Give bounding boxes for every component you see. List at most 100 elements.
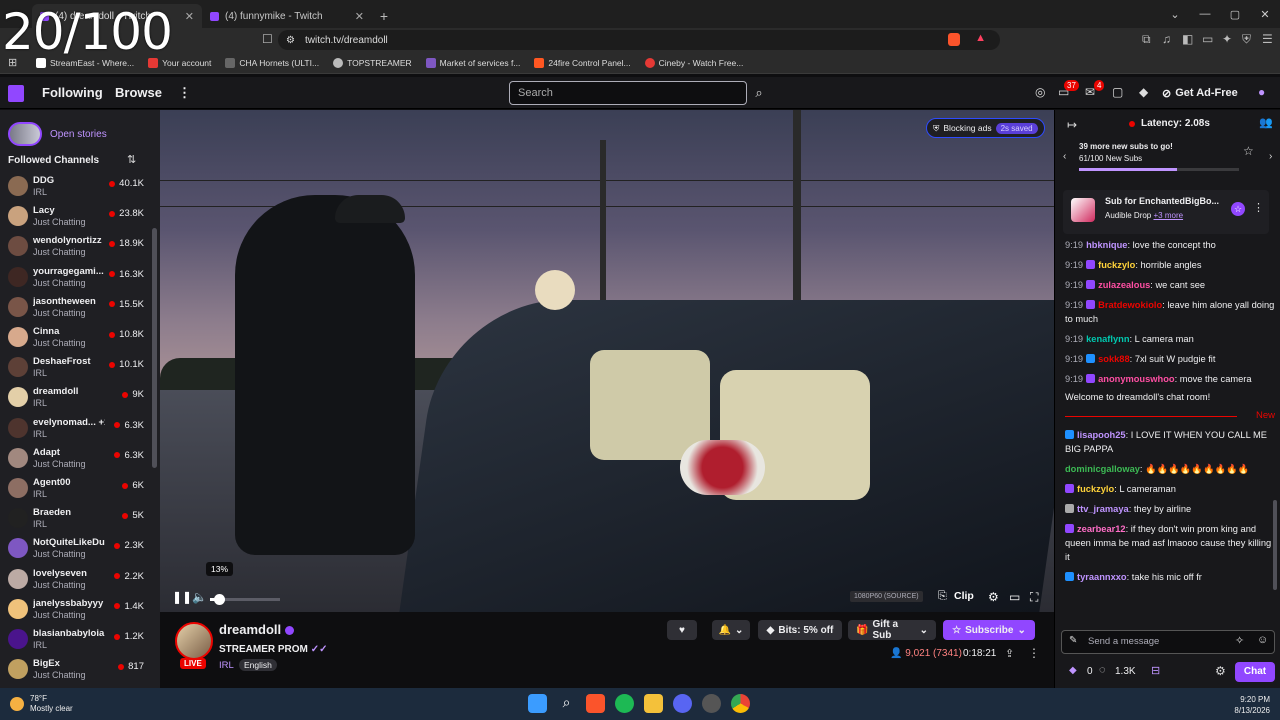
bookmark-item[interactable]: TOPSTREAMER <box>333 57 412 68</box>
bits-cheer-icon[interactable]: ✎ <box>1069 635 1077 646</box>
bits-icon[interactable]: ◆ <box>1139 85 1148 99</box>
collapse-chat-icon[interactable]: ↦ <box>1067 118 1077 132</box>
chrome-icon[interactable] <box>731 694 750 713</box>
wallet-icon[interactable]: ▭ <box>1202 32 1213 46</box>
weather-widget[interactable]: 78°F Mostly clear <box>10 694 73 714</box>
sidebar-icon[interactable]: ◧ <box>1182 32 1193 46</box>
volume-knob[interactable] <box>214 594 226 605</box>
chat-username[interactable]: lisapooh25 <box>1077 430 1126 440</box>
twitch-logo-icon[interactable] <box>8 85 24 102</box>
sidebar-channel[interactable]: janelyssbabyyy Just Chatting 1.4K <box>8 595 144 625</box>
chat-send-button[interactable]: Chat <box>1235 662 1275 682</box>
vpn-icon[interactable]: ⛨ <box>1242 32 1251 47</box>
sidebar-channel[interactable]: Adapt Just Chatting 6.3K <box>8 444 144 474</box>
chat-username[interactable]: kenaflynn <box>1086 334 1129 344</box>
close-icon[interactable]: ✕ <box>355 10 364 23</box>
more-options-icon[interactable]: ⋮ <box>1028 646 1040 660</box>
bookmark-item[interactable]: Market of services f... <box>425 57 520 68</box>
chat-username[interactable]: dominicgalloway <box>1065 464 1140 474</box>
clip-button[interactable]: Clip <box>954 590 974 602</box>
pause-icon[interactable]: ❚❚ <box>172 590 192 604</box>
file-explorer-icon[interactable] <box>644 694 663 713</box>
ai-icon[interactable]: ✦ <box>1222 32 1232 46</box>
rewards-icon[interactable]: ▲ <box>975 32 986 44</box>
clip-icon[interactable]: ⎘ <box>938 590 947 603</box>
streamer-name-row[interactable]: dreamdoll <box>219 622 295 637</box>
close-window-button[interactable]: ✕ <box>1250 8 1280 21</box>
volume-icon[interactable]: 🔈 <box>192 590 207 604</box>
system-clock[interactable]: 9:20 PM 8/13/2026 <box>1234 694 1270 716</box>
pinned-more-link[interactable]: +3 more <box>1153 211 1183 220</box>
chevron-left-icon[interactable]: ‹ <box>1063 151 1066 162</box>
channel-points-icon[interactable]: ◌ <box>1099 664 1106 676</box>
chevron-down-icon[interactable]: ⌄ <box>1160 8 1190 21</box>
nav-browse[interactable]: Browse <box>115 85 162 100</box>
chat-username[interactable]: fuckzylo <box>1077 484 1114 494</box>
pinned-sub-card[interactable]: Sub for EnchantedBigBo... Audible Drop +… <box>1063 190 1269 234</box>
sidebar-channel[interactable]: wendolynortizz Just Chatting 18.9K <box>8 232 144 262</box>
sidebar-channel[interactable]: blasianbabyloia IRL 1.2K <box>8 625 144 655</box>
spotify-icon[interactable] <box>615 694 634 713</box>
minimize-button[interactable]: — <box>1190 8 1220 20</box>
streamer-avatar[interactable] <box>175 622 213 660</box>
settings-icon[interactable]: ⚙ <box>1215 664 1226 678</box>
chat-username[interactable]: anonymouswhoo <box>1098 374 1174 384</box>
discord-icon[interactable] <box>673 694 692 713</box>
close-icon[interactable]: ✕ <box>185 10 194 23</box>
open-stories-button[interactable]: Open stories <box>8 122 107 146</box>
sidebar-channel[interactable]: yourragegami... Just Chatting 16.3K <box>8 263 144 293</box>
brave-shield-icon[interactable] <box>948 33 960 46</box>
follow-heart-button[interactable]: ♥ <box>667 620 697 640</box>
music-icon[interactable]: ♫ <box>1162 32 1171 46</box>
more-options-icon[interactable]: ⋮ <box>1253 201 1264 214</box>
tab-funnymike[interactable]: (4) funnymike - Twitch ✕ <box>202 4 372 28</box>
stream-tag[interactable]: English <box>239 659 277 671</box>
sidebar-scrollbar[interactable] <box>152 228 157 468</box>
theatre-mode-icon[interactable]: ▭ <box>1009 590 1020 604</box>
star-icon[interactable]: ☆ <box>1231 202 1245 216</box>
video-player[interactable]: ⛨ Blocking ads 2s saved 13% ❚❚ 🔈 1080P60… <box>160 110 1054 612</box>
chat-username[interactable]: hbknique <box>1086 240 1127 250</box>
notification-bell-button[interactable]: 🔔 ⌄ <box>712 620 750 640</box>
blocking-ads-badge[interactable]: ⛨ Blocking ads 2s saved <box>926 118 1045 138</box>
bookmark-item[interactable]: 24fire Control Panel... <box>534 57 631 68</box>
sub-goal-widget[interactable]: ‹ 39 more new subs to go! 61/100 New Sub… <box>1063 138 1275 176</box>
fullscreen-icon[interactable]: ⛶ <box>1030 590 1038 605</box>
sidebar-channel[interactable]: jasontheween Just Chatting 15.5K <box>8 293 144 323</box>
sidebar-channel[interactable]: Cinna Just Chatting 10.8K <box>8 323 144 353</box>
app-icon[interactable] <box>702 694 721 713</box>
search-icon[interactable]: ⌕ <box>748 81 770 105</box>
gift-icon[interactable]: ⊟ <box>1151 664 1160 677</box>
sidebar-channel[interactable]: Agent00 IRL 6K <box>8 474 144 504</box>
bookmark-item[interactable]: Cineby - Watch Free... <box>644 57 743 68</box>
chat-username[interactable]: fuckzylo <box>1098 260 1135 270</box>
share-icon[interactable]: ⇪ <box>1005 647 1014 660</box>
search-icon[interactable]: ⌕ <box>557 694 576 713</box>
volume-slider[interactable] <box>210 594 280 605</box>
bookmark-item[interactable]: CHA Hornets (ULTI... <box>225 57 319 68</box>
chat-username[interactable]: Bratdewokiolo <box>1098 300 1162 310</box>
url-bar[interactable]: ⚙ twitch.tv/dreamdoll ▲ <box>278 30 1000 50</box>
search-input[interactable]: Search <box>509 81 747 105</box>
sidebar-channel[interactable]: Braeden IRL 5K <box>8 504 144 534</box>
chevron-right-icon[interactable]: › <box>1269 151 1272 162</box>
site-info-icon[interactable]: ⚙ <box>286 35 295 46</box>
sidebar-channel[interactable]: evelynomad... +1 IRL 6.3K <box>8 414 144 444</box>
bits-icon[interactable]: ◆ <box>1069 665 1077 676</box>
settings-icon[interactable]: ⚙ <box>988 590 999 604</box>
whispers-icon[interactable]: ▢ <box>1112 85 1123 99</box>
sparkle-icon[interactable]: ✧ <box>1235 634 1244 647</box>
nav-following[interactable]: Following <box>42 85 103 100</box>
chat-scrollbar[interactable] <box>1273 500 1277 590</box>
sidebar-channel[interactable]: NotQuiteLikeDuB Just Chatting 2.3K <box>8 534 144 564</box>
gift-sub-button[interactable]: 🎁 Gift a Sub ⌄ <box>848 619 936 641</box>
bits-button[interactable]: ◆ Bits: 5% off <box>758 620 842 640</box>
sidebar-channel[interactable]: BigEx Just Chatting 817 <box>8 655 144 685</box>
chat-username[interactable]: zulazealous <box>1098 280 1150 290</box>
extensions-icon[interactable]: ⧉ <box>1142 32 1151 47</box>
sidebar-channel[interactable]: DeshaeFrost IRL 10.1K <box>8 353 144 383</box>
bookmark-icon[interactable]: ☐ <box>262 32 273 46</box>
new-tab-button[interactable]: + <box>372 8 396 24</box>
sort-icon[interactable]: ⇅ <box>127 153 136 166</box>
chat-username[interactable]: ttv_jramaya <box>1077 504 1129 514</box>
